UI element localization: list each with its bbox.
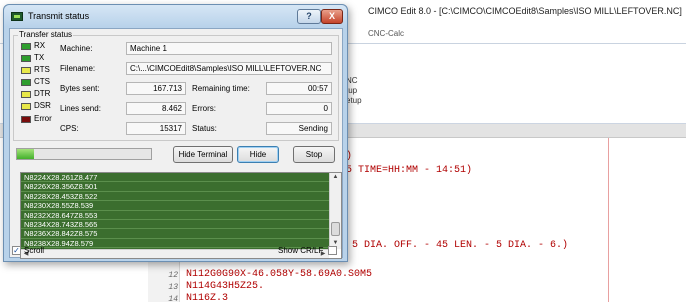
ribbon-fragment-line: etup <box>346 96 362 105</box>
led-tx <box>21 55 31 62</box>
scroll-thumb[interactable] <box>331 222 340 236</box>
code-line: N114G43H5Z25. <box>186 281 265 292</box>
led-label: Error <box>34 114 52 123</box>
machine-label: Machine: <box>60 44 93 53</box>
terminal-line: N8226X28.356Z8.501 <box>21 182 329 192</box>
filename-value: C:\...\CIMCOEdit8\Samples\ISO MILL\LEFTO… <box>126 62 332 75</box>
led-label: CTS <box>34 77 50 86</box>
led-rts <box>21 67 31 74</box>
ribbon-fragment-line: NC <box>346 76 358 85</box>
lines-sent-value: 8.462 <box>126 102 186 115</box>
line-number: 14 <box>168 295 178 302</box>
status-value: Sending <box>266 122 332 135</box>
terminal-line: N8236X28.842Z8.575 <box>21 229 329 239</box>
terminal-line: N8228X28.453Z8.522 <box>21 192 329 202</box>
terminal-line: N8232X28.647Z8.553 <box>21 211 329 220</box>
line-number: 12 <box>168 271 178 280</box>
code-line: N116Z.3 <box>186 293 229 302</box>
scroll-label: Scroll <box>24 246 45 255</box>
machine-value: Machine 1 <box>126 42 332 55</box>
transmit-status-dialog: Transmit status ? X Transfer status RX T… <box>3 4 348 262</box>
scroll-checkbox[interactable]: ✓ <box>12 246 21 255</box>
editor-title: CIMCO Edit 8.0 - [C:\CIMCO\CIMCOEdit8\Sa… <box>368 6 682 16</box>
led-label: DSR <box>34 101 51 110</box>
bytes-sent-value: 167.713 <box>126 82 186 95</box>
cps-value: 15317 <box>126 122 186 135</box>
led-label: RX <box>34 41 46 50</box>
app-icon <box>11 12 23 21</box>
terminal-line: N8234X28.743Z8.565 <box>21 220 329 230</box>
led-dtr <box>21 91 31 98</box>
hide-terminal-button[interactable]: Hide Terminal <box>173 146 233 163</box>
led-label: RTS <box>34 65 50 74</box>
tab-cnc-calc[interactable]: CNC-Calc <box>368 29 404 38</box>
progress-fill <box>17 149 35 159</box>
transfer-status-group: Transfer status RX TX RTS CTS DTR DSR Er… <box>13 30 339 141</box>
errors-label: Errors: <box>192 104 216 113</box>
errors-value: 0 <box>266 102 332 115</box>
dialog-titlebar[interactable]: Transmit status ? X <box>4 5 347 27</box>
led-label: DTR <box>34 89 51 98</box>
line-number: 13 <box>168 283 178 292</box>
code-fragment: 05 TIME=HH:MM - 14:51) <box>340 165 473 176</box>
transfer-progress-bar <box>16 148 152 160</box>
terminal-vertical-scrollbar[interactable]: ▲ ▼ <box>329 173 341 249</box>
status-label: Status: <box>192 124 217 133</box>
dialog-body: Transfer status RX TX RTS CTS DTR DSR Er… <box>9 28 343 259</box>
right-margin-line <box>608 138 609 302</box>
led-rx <box>21 43 31 50</box>
led-error <box>21 116 31 123</box>
code-fragment: - 5 DIA. OFF. - 45 LEN. - 5 DIA. - 6.) <box>340 240 569 251</box>
dialog-title: Transmit status <box>28 11 90 21</box>
terminal-line: N8230X28.55Z8.539 <box>21 201 329 211</box>
group-label: Transfer status <box>18 30 74 39</box>
cps-label: CPS: <box>60 124 79 133</box>
stop-button[interactable]: Stop <box>293 146 335 163</box>
code-line: N112G0G90X-46.058Y-58.69A0.S0M5 <box>186 269 373 280</box>
lines-sent-label: Lines send: <box>60 104 101 113</box>
terminal-line: N8224X28.261Z8.477 <box>21 173 329 183</box>
remaining-time-label: Remaining time: <box>192 84 250 93</box>
led-label: TX <box>34 53 45 62</box>
ribbon-fragment[interactable]: NC tup etup <box>346 76 362 106</box>
show-crlf-checkbox[interactable] <box>328 246 337 255</box>
show-crlf-label: Show CR/LF <box>278 246 324 255</box>
remaining-time-value: 00:57 <box>266 82 332 95</box>
ribbon-fragment-line: tup <box>346 86 358 95</box>
terminal-output[interactable]: N8224X28.261Z8.477 N8226X28.356Z8.501 N822… <box>21 173 329 249</box>
help-button[interactable]: ? <box>297 9 321 24</box>
bytes-sent-label: Bytes sent: <box>60 84 100 93</box>
led-dsr <box>21 103 31 110</box>
hide-button[interactable]: Hide <box>237 146 279 163</box>
filename-label: Filename: <box>60 64 96 73</box>
close-button[interactable]: X <box>321 9 343 24</box>
scroll-up-icon[interactable]: ▲ <box>330 173 341 182</box>
led-cts <box>21 79 31 86</box>
